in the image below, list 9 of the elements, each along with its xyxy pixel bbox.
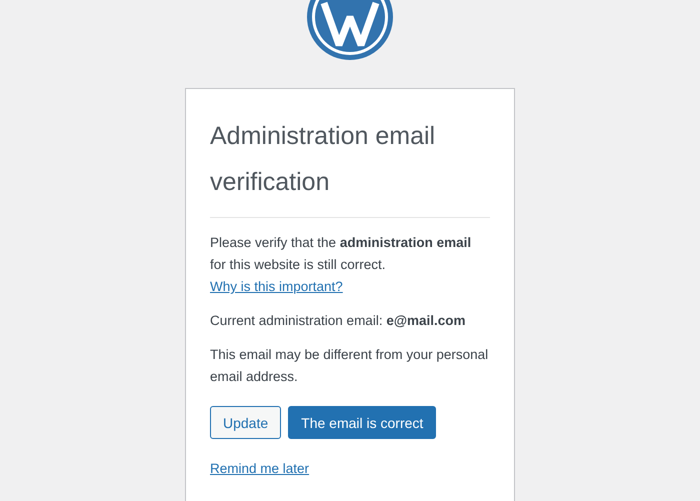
- remind-later-link[interactable]: Remind me later: [210, 461, 310, 476]
- intro-paragraph: Please verify that the administration email for this website is still correct. Why is this important?: [210, 234, 472, 296]
- current-email-label: Current administration email:: [210, 312, 384, 330]
- current-email-value: e@mail.com: [386, 312, 466, 330]
- why-important-link[interactable]: Why is this important?: [210, 279, 343, 294]
- dialog-title: Administration email verification: [210, 121, 436, 198]
- confirm-button[interactable]: The email is correct: [288, 406, 436, 439]
- update-button[interactable]: Update: [210, 406, 282, 439]
- note-text: This email may be different from your personal email address.: [210, 346, 490, 386]
